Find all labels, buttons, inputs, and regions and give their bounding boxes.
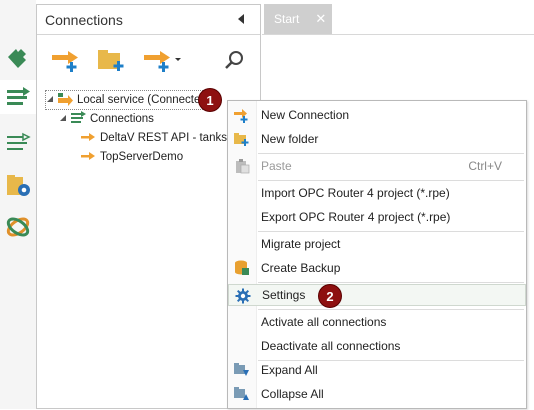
close-icon[interactable]: ✕: [315, 11, 326, 27]
menu-item-label: New folder: [261, 132, 319, 146]
panel-title: Connections: [45, 11, 123, 28]
add-item-dropdown-button[interactable]: [141, 45, 185, 75]
tree-root-label: Local service (Connected): [77, 94, 211, 106]
clipboard-icon: [234, 158, 250, 174]
document-tab-bar: Start ✕: [262, 4, 534, 34]
connection-arrow-icon: [81, 132, 95, 145]
menu-item-collapse-all[interactable]: Collapse All: [228, 383, 526, 405]
tree-item-label: DeltaV REST API - tanks: [100, 132, 227, 144]
menu-item-label: Deactivate all connections: [261, 339, 401, 353]
add-connection-button[interactable]: [49, 45, 83, 75]
plugin-icon[interactable]: [0, 40, 36, 74]
panel-header: Connections: [37, 5, 260, 35]
menu-item-label: Activate all connections: [261, 315, 387, 329]
search-icon[interactable]: [219, 45, 249, 75]
add-folder-button[interactable]: [95, 45, 129, 75]
connections-group-icon: [70, 110, 86, 128]
folder-settings-icon[interactable]: [0, 168, 36, 202]
tab-start[interactable]: Start ✕: [264, 4, 332, 34]
left-icon-strip: [0, 0, 37, 409]
panel-toolbar: [37, 35, 260, 85]
menu-item-label: Migrate project: [261, 237, 341, 251]
menu-item-label: Import OPC Router 4 project (*.rpe): [261, 186, 450, 200]
expanded-caret-icon[interactable]: [59, 113, 67, 125]
callout-badge: 2: [319, 285, 341, 307]
menu-item-import[interactable]: Import OPC Router 4 project (*.rpe): [228, 182, 526, 204]
menu-item-create-backup[interactable]: Create Backup: [228, 257, 526, 279]
menu-item-label: Create Backup: [261, 261, 341, 275]
callout-badge: 1: [199, 89, 221, 111]
expand-all-icon: [234, 362, 250, 378]
tab-label: Start: [274, 12, 300, 26]
menu-item-new-connection[interactable]: New Connection: [228, 104, 526, 126]
collapse-all-icon: [234, 386, 250, 402]
menu-item-paste[interactable]: Paste Ctrl+V: [228, 155, 526, 177]
tree-item[interactable]: DeltaV REST API - tanks: [81, 129, 227, 147]
gear-icon: [235, 288, 251, 304]
add-folder-icon: [234, 131, 250, 147]
menu-item-deactivate-all[interactable]: Deactivate all connections: [228, 335, 526, 357]
menu-separator: [258, 309, 524, 310]
tree-root-node[interactable]: Local service (Connected): [45, 90, 215, 110]
tree-group-label: Connections: [90, 113, 154, 125]
menu-separator: [258, 231, 524, 232]
menu-item-expand-all[interactable]: Expand All: [228, 359, 526, 381]
tree-item[interactable]: TopServerDemo: [81, 148, 183, 166]
database-icon: [234, 260, 250, 276]
collapse-panel-icon[interactable]: [238, 14, 244, 24]
menu-separator: [258, 153, 524, 154]
expanded-caret-icon[interactable]: [46, 94, 54, 106]
menu-item-label: Expand All: [261, 363, 318, 377]
menu-item-label: Collapse All: [261, 387, 324, 401]
context-menu: New Connection New folder Paste Ctrl+V I…: [227, 100, 527, 409]
server-icon: [57, 92, 73, 109]
menu-item-migrate[interactable]: Migrate project: [228, 233, 526, 255]
add-connection-icon: [234, 107, 250, 123]
menu-item-settings[interactable]: Settings: [228, 284, 526, 306]
menu-item-new-folder[interactable]: New folder: [228, 128, 526, 150]
menu-item-label: Paste: [261, 159, 292, 173]
connection-arrow-icon: [81, 151, 95, 164]
menu-separator: [258, 282, 524, 283]
menu-item-shortcut: Ctrl+V: [468, 159, 502, 173]
menu-separator: [258, 180, 524, 181]
menu-item-label: Settings: [262, 288, 306, 302]
connections-nav-icon[interactable]: [0, 80, 37, 114]
tree-item-label: TopServerDemo: [100, 151, 184, 163]
tree-group-node[interactable]: Connections: [59, 110, 154, 128]
sync-icon[interactable]: [0, 210, 36, 244]
menu-item-label: New Connection: [261, 108, 350, 122]
menu-item-label: Export OPC Router 4 project (*.rpe): [261, 210, 451, 224]
menu-item-export[interactable]: Export OPC Router 4 project (*.rpe): [228, 206, 526, 228]
routes-nav-icon[interactable]: [0, 126, 36, 160]
menu-item-activate-all[interactable]: Activate all connections: [228, 311, 526, 333]
